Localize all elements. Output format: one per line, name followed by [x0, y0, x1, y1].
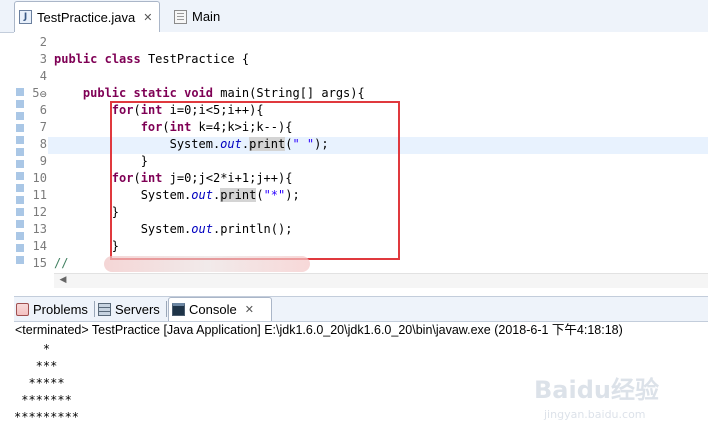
horizontal-scrollbar[interactable]	[54, 273, 708, 288]
line-number: 11	[32, 188, 47, 202]
redaction-blur	[104, 256, 310, 272]
close-icon[interactable]: ✕	[143, 11, 152, 24]
line-number: 10	[32, 171, 47, 185]
fold-icon[interactable]: ⊖	[39, 90, 47, 100]
line-number: 12	[32, 205, 47, 219]
line-number: 9	[39, 154, 47, 168]
annotation-highlight-box	[110, 101, 400, 260]
tab-testpractice-java[interactable]: J TestPractice.java ✕	[14, 1, 160, 32]
tab-problems[interactable]: Problems	[14, 297, 94, 321]
tab-label: Problems	[33, 301, 88, 317]
line-number: 3	[39, 52, 47, 66]
java-file-icon: J	[19, 10, 32, 24]
tab-label: TestPractice.java	[37, 9, 136, 25]
tab-label: Console	[189, 302, 237, 317]
change-ruler	[16, 88, 24, 266]
line-number: 8	[39, 137, 47, 151]
text-file-icon	[174, 9, 187, 24]
line-number: 2	[39, 35, 47, 49]
code-line-3: public class TestPractice {	[54, 52, 250, 66]
servers-icon	[98, 302, 111, 316]
line-number: 14	[32, 239, 47, 253]
line-number: 15	[32, 256, 47, 270]
line-number: 13	[32, 222, 47, 236]
line-number: 6	[39, 103, 47, 117]
line-number-with-fold: 5⊖	[32, 86, 47, 100]
console-icon	[172, 303, 185, 316]
tab-console[interactable]: Console ✕	[168, 297, 272, 321]
code-line-5: public static void main(String[] args){	[82, 86, 365, 100]
tab-label: Main	[192, 9, 221, 24]
line-number: 7	[39, 120, 47, 134]
editor-tab-bar: J TestPractice.java ✕ Main	[0, 0, 708, 33]
close-icon[interactable]: ✕	[245, 303, 254, 316]
tab-label: Servers	[115, 301, 160, 317]
tab-servers[interactable]: Servers	[96, 297, 166, 321]
scroll-left-arrow-icon[interactable]: ◀	[56, 273, 70, 287]
watermark-brand: Baidu经验	[534, 376, 659, 404]
watermark-url: jingyan.baidu.com	[543, 408, 646, 421]
output-line: *	[14, 342, 51, 356]
baidu-jingyan-watermark: Baidu经验 jingyan.baidu.com	[534, 376, 659, 421]
view-tab-bar: Problems Servers Console ✕	[14, 296, 708, 322]
tab-main[interactable]: Main	[170, 1, 250, 32]
line-number-ruler: 2 3 4 5⊖ 6 7 8 9 10 11 12 13 14 15	[25, 34, 47, 272]
tab-separator	[94, 301, 95, 317]
console-status-header: <terminated> TestPractice [Java Applicat…	[15, 323, 623, 337]
problems-icon	[16, 302, 29, 316]
line-number: 4	[39, 69, 47, 83]
tab-separator	[166, 301, 167, 317]
